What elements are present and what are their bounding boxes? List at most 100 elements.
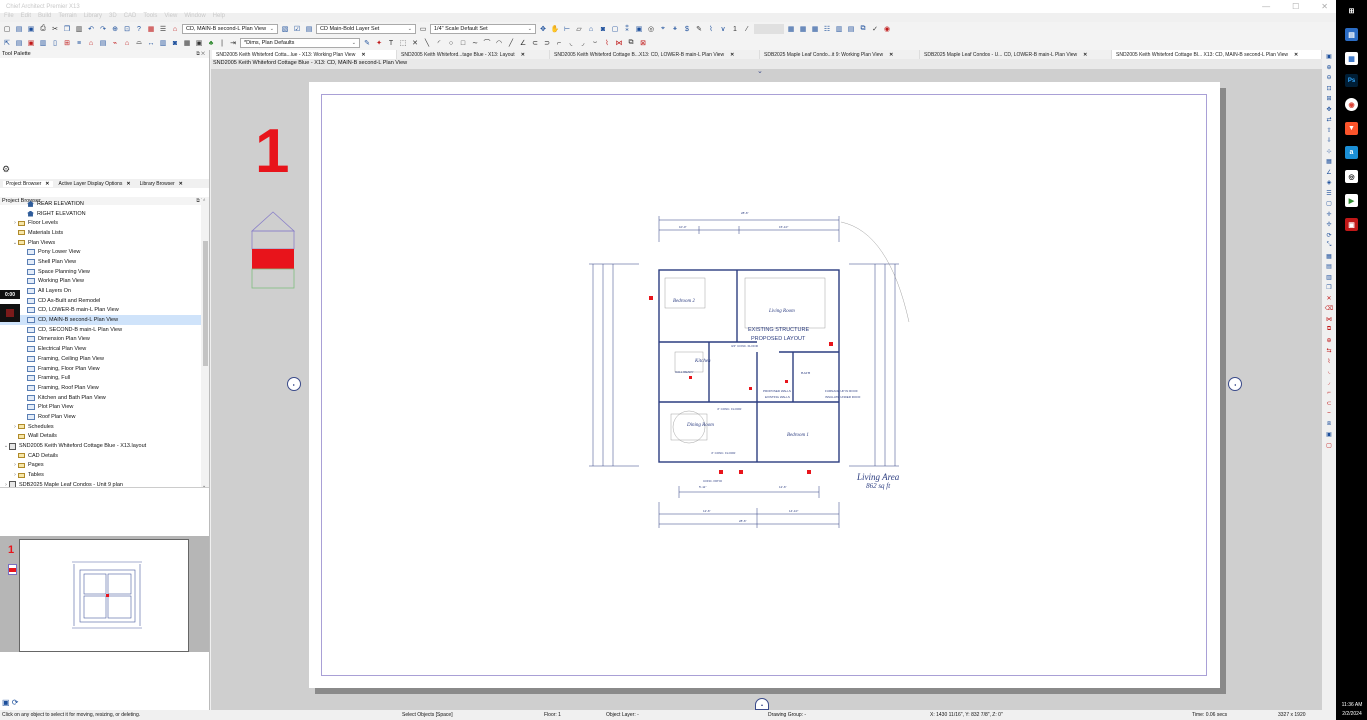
table-icon[interactable]: ▦ bbox=[798, 24, 808, 34]
tree-item[interactable]: RIGHT ELEVATION bbox=[0, 209, 201, 219]
tree-item[interactable]: Pony Lower View bbox=[0, 247, 201, 257]
room-icon[interactable]: ▣ bbox=[26, 38, 36, 48]
cad-line-icon[interactable]: ╱ bbox=[506, 38, 516, 48]
edit-pencil-icon[interactable]: ✎ bbox=[362, 38, 372, 48]
tab-lower-plan[interactable]: SND2005 Keith Whiteford Cottage B...X13:… bbox=[550, 50, 760, 59]
rotate-icon[interactable]: ⟳ bbox=[1325, 231, 1334, 240]
elevation-marker-left-icon[interactable]: ▸ bbox=[287, 377, 301, 391]
menu-edit[interactable]: Edit bbox=[21, 13, 31, 22]
angle-icon[interactable]: ∠ bbox=[518, 38, 528, 48]
undo-icon[interactable]: ↶ bbox=[86, 24, 96, 34]
home-icon[interactable]: ⌂ bbox=[586, 24, 596, 34]
scrollbar-thumb[interactable] bbox=[203, 241, 208, 366]
chief-architect-icon[interactable]: ▣ bbox=[1345, 218, 1358, 231]
lens-icon[interactable]: ∨ bbox=[718, 24, 728, 34]
dollar-icon[interactable]: $ bbox=[682, 24, 692, 34]
wand-icon[interactable]: ⚹ bbox=[670, 24, 680, 34]
fillet-icon[interactable]: ◟ bbox=[566, 38, 576, 48]
footprint-icon[interactable]: ⁑ bbox=[622, 24, 632, 34]
gear-icon[interactable]: ⚙ bbox=[2, 164, 10, 175]
tab-library-browser[interactable]: Library Browser ✕ bbox=[137, 181, 186, 187]
zoom-box-icon[interactable]: ⊞ bbox=[1325, 94, 1334, 103]
camera-tool-icon[interactable]: ◙ bbox=[170, 38, 180, 48]
close-icon[interactable]: ✕ bbox=[521, 52, 525, 58]
lock-icon[interactable]: ▢ bbox=[1325, 199, 1334, 208]
reverse-icon[interactable]: ⇆ bbox=[1325, 346, 1334, 355]
window-tool-icon[interactable]: ⊞ bbox=[62, 38, 72, 48]
polyline-icon[interactable]: ⌒ bbox=[482, 38, 492, 48]
print-icon[interactable]: ⎙ bbox=[38, 24, 48, 34]
tree-item[interactable]: ⌄ SND2005 Keith Whiteford Cottage Blue - … bbox=[0, 441, 201, 451]
fill-window-tool-icon[interactable]: ⊡ bbox=[1325, 84, 1334, 93]
copy-icon[interactable]: ❐ bbox=[62, 24, 72, 34]
tree-item[interactable]: CD, MAIN-B second-L Plan View bbox=[0, 315, 201, 325]
hand-icon[interactable]: ✋ bbox=[550, 24, 560, 34]
maximize-button[interactable]: ☐ bbox=[1292, 2, 1299, 11]
tree-item[interactable]: Wall Details bbox=[0, 432, 201, 442]
close-icon[interactable]: ✕ bbox=[1083, 52, 1087, 58]
tab-maple-lower[interactable]: SDB2025 Maple Leaf Condos - U... CD, LOW… bbox=[920, 50, 1112, 59]
terrain-icon[interactable]: ⌓ bbox=[134, 38, 144, 48]
obs-icon[interactable]: ◎ bbox=[1345, 170, 1358, 183]
layer-set-icon[interactable]: ▤ bbox=[304, 24, 314, 34]
move-icon[interactable]: ✢ bbox=[1325, 220, 1334, 229]
trim-icon[interactable]: ⊃ bbox=[542, 38, 552, 48]
tree-item[interactable]: Space Planning View bbox=[0, 267, 201, 277]
menu-cad[interactable]: CAD bbox=[124, 13, 137, 22]
tab-project-browser[interactable]: Project Browser ✕ bbox=[3, 180, 53, 187]
spline-icon[interactable]: ∼ bbox=[470, 38, 480, 48]
down-floor-icon[interactable]: ⇩ bbox=[1325, 136, 1334, 145]
tree-item[interactable]: Framing, Floor Plan View bbox=[0, 364, 201, 374]
copy-tool-icon[interactable]: ❐ bbox=[1325, 283, 1334, 292]
circle-icon[interactable]: ○ bbox=[446, 38, 456, 48]
open-file-icon[interactable]: ▤ bbox=[14, 24, 24, 34]
cabinet-icon[interactable]: ▥ bbox=[38, 38, 48, 48]
floor-table-icon[interactable]: ▤ bbox=[846, 24, 856, 34]
extend-icon[interactable]: ⌐ bbox=[554, 38, 564, 48]
paste-icon[interactable]: ▥ bbox=[74, 24, 84, 34]
taskbar-clock[interactable]: 11:36 AM 2/2/2024 bbox=[1337, 702, 1367, 717]
wall-icon[interactable]: ▤ bbox=[14, 38, 24, 48]
measure-icon[interactable]: ⊢ bbox=[562, 24, 572, 34]
file-explorer-icon[interactable]: ▤ bbox=[1345, 28, 1358, 41]
tree-item[interactable]: ⌄ Plan Views bbox=[0, 238, 201, 248]
roof-icon[interactable]: ⌂ bbox=[86, 38, 96, 48]
house-red-icon[interactable]: ⌂ bbox=[170, 24, 180, 34]
pin-icon[interactable]: ⧉ ✕ bbox=[196, 51, 205, 57]
print-tool-icon[interactable]: ▦ bbox=[182, 38, 192, 48]
align-icon[interactable]: ⧉ bbox=[1325, 325, 1334, 334]
close-icon[interactable]: ✕ bbox=[730, 52, 734, 58]
export-icon[interactable]: ⧉ bbox=[858, 24, 868, 34]
snap-icon[interactable]: ⌖ bbox=[658, 24, 668, 34]
camera-icon[interactable]: ◙ bbox=[598, 24, 608, 34]
tool-icon[interactable]: ✓ bbox=[870, 24, 880, 34]
layer-icon[interactable]: ☰ bbox=[158, 24, 168, 34]
sparkle-icon[interactable]: ✦ bbox=[374, 38, 384, 48]
tree-item[interactable]: Framing, Roof Plan View bbox=[0, 383, 201, 393]
app-green-icon[interactable]: ▶ bbox=[1345, 194, 1358, 207]
menu-terrain[interactable]: Terrain bbox=[58, 13, 76, 22]
tree-item[interactable]: CD, SECOND-B main-L Plan View bbox=[0, 325, 201, 335]
line-icon[interactable]: ╲ bbox=[422, 38, 432, 48]
delete-tool-icon[interactable]: ✕ bbox=[1325, 294, 1334, 303]
text-icon[interactable]: T bbox=[386, 38, 396, 48]
crosshair-icon[interactable]: ✛ bbox=[1325, 210, 1334, 219]
up-floor-icon[interactable]: ⇧ bbox=[1325, 126, 1334, 135]
dim-defaults-icon[interactable]: ⇥ bbox=[228, 38, 238, 48]
stairs-icon[interactable]: ≡ bbox=[74, 38, 84, 48]
tree-item[interactable]: Framing, Ceiling Plan View bbox=[0, 354, 201, 364]
scale-combo[interactable]: 1/4" Scale Default Set ⌄ bbox=[430, 24, 536, 34]
zoom-in-icon[interactable]: ⊕ bbox=[1325, 63, 1334, 72]
pan-icon[interactable]: ✥ bbox=[538, 24, 548, 34]
center-icon[interactable]: ⊕ bbox=[1325, 336, 1334, 345]
thumbnail-sheet[interactable] bbox=[19, 539, 189, 652]
join-tool-icon[interactable]: ⌣ bbox=[1325, 409, 1334, 418]
menu-window[interactable]: Window bbox=[184, 13, 205, 22]
help-icon[interactable]: ? bbox=[134, 24, 144, 34]
rect-select-icon[interactable]: ⬚ bbox=[398, 38, 408, 48]
text-tool-icon[interactable]: ▥ bbox=[158, 38, 168, 48]
tree-item[interactable]: › Schedules bbox=[0, 422, 201, 432]
menu-3d[interactable]: 3D bbox=[109, 13, 117, 22]
plumbing-icon[interactable]: ⌂ bbox=[122, 38, 132, 48]
check-icon[interactable]: ☑ bbox=[292, 24, 302, 34]
